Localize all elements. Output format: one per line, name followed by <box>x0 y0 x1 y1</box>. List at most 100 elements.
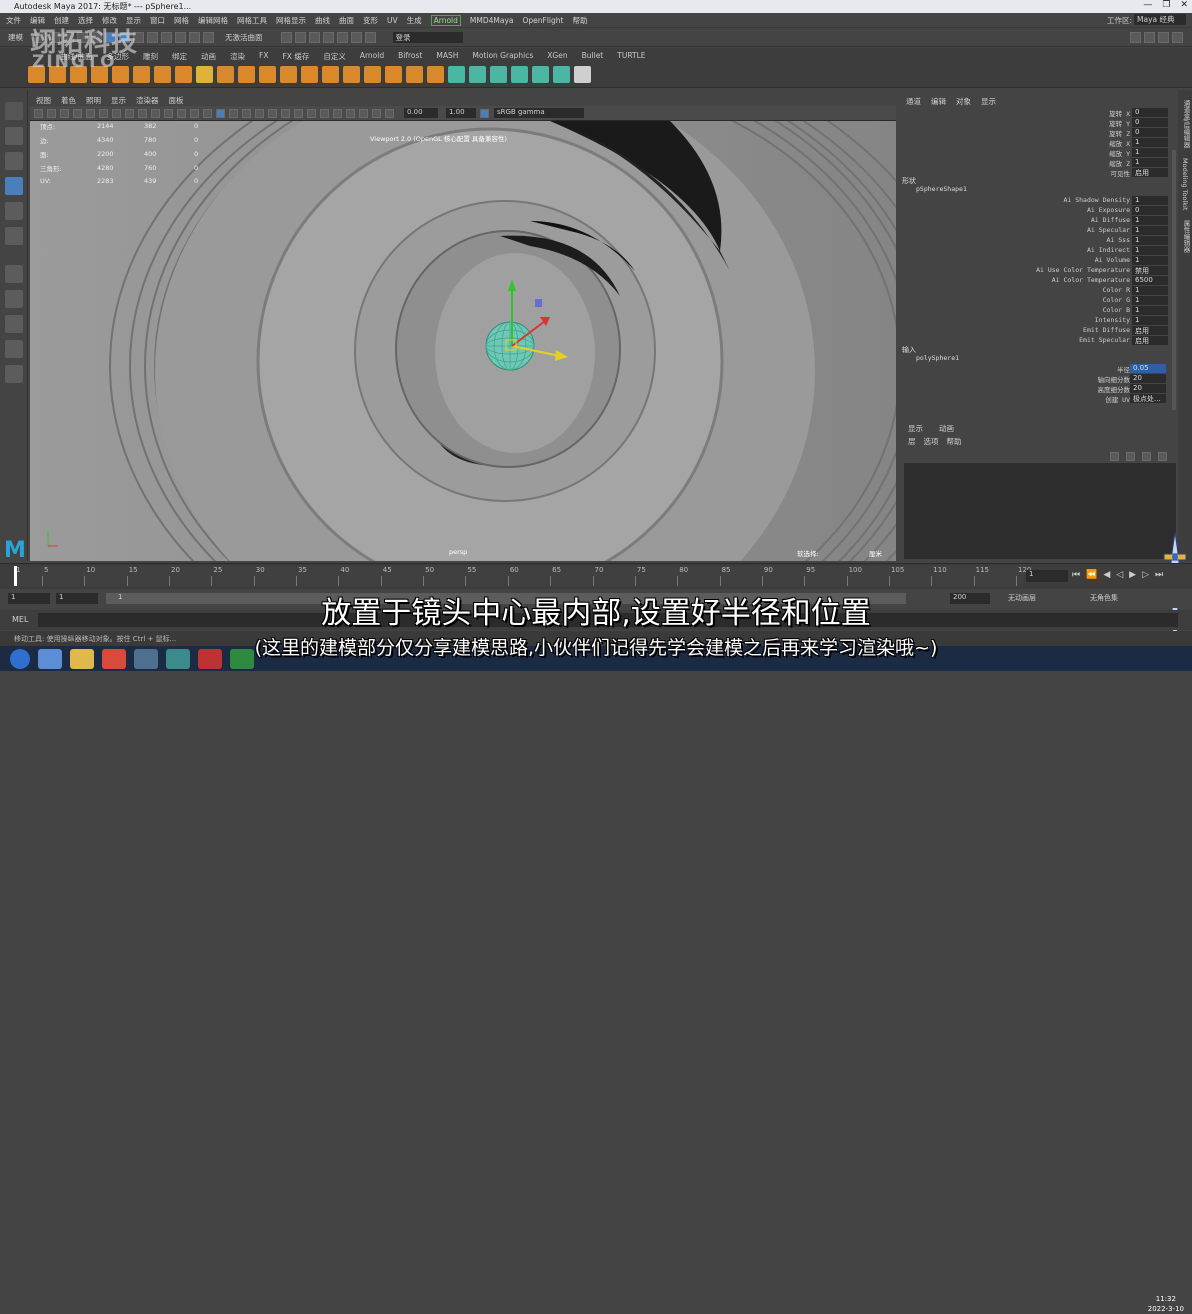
new-layer-selected-icon[interactable] <box>1158 452 1167 461</box>
shelf-tool-icon-6[interactable] <box>154 66 171 83</box>
shelf-tool-icon-8[interactable] <box>196 66 213 83</box>
panel-tool-icon-0[interactable] <box>34 108 43 118</box>
panel-menu-4[interactable]: 渲染器 <box>136 95 159 106</box>
channel-menu-2[interactable]: 对象 <box>956 96 971 107</box>
attr-value-field[interactable]: 1 <box>1132 256 1168 265</box>
panel-tool-icon-5[interactable] <box>99 108 108 118</box>
shelf-tab-2[interactable]: 雕刻 <box>143 51 158 62</box>
panel-tool-icon-1[interactable] <box>47 108 56 118</box>
attr-value-field[interactable]: 1 <box>1132 216 1168 225</box>
go-to-start-icon[interactable]: ⏮ <box>1072 570 1080 580</box>
maximize-button[interactable]: ❐ <box>1162 0 1170 10</box>
layer-tab-1[interactable]: 动画 <box>939 423 954 434</box>
panel-tool-icon-6[interactable] <box>112 108 121 118</box>
attr-value-field[interactable]: 1 <box>1132 236 1168 245</box>
workspace-select[interactable]: Maya 经典 <box>1134 14 1186 25</box>
panel-tool-icon-20[interactable] <box>294 108 303 118</box>
panel-tool-icon-24[interactable] <box>346 108 355 118</box>
attr-value-field[interactable]: 1 <box>1132 226 1168 235</box>
panel-tool-icon-11[interactable] <box>177 108 186 118</box>
shelf-tab-14[interactable]: Bullet <box>582 51 604 62</box>
attr-value-field[interactable]: 0 <box>1132 128 1168 137</box>
render-view-icon[interactable] <box>336 32 348 43</box>
move-tool-icon[interactable] <box>5 177 23 195</box>
panel-tool-icon-14[interactable] <box>216 108 225 118</box>
panel-tool-icon-4[interactable] <box>86 108 95 118</box>
snap-view-icon[interactable] <box>189 32 200 43</box>
panel-tool-icon-26[interactable] <box>372 108 381 118</box>
shelf-tool-icon-5[interactable] <box>133 66 150 83</box>
panel-tool-icon-9[interactable] <box>151 108 160 118</box>
view-transform-select[interactable]: sRGB gamma <box>494 108 584 118</box>
shelf-tab-9[interactable]: Arnold <box>360 51 384 62</box>
shelf-tool-icon-25[interactable] <box>553 66 570 83</box>
exposure-field[interactable]: 0.00 <box>404 108 438 118</box>
mode-menu[interactable]: 建模 <box>8 32 23 43</box>
attr-value-field[interactable]: 1 <box>1132 316 1168 325</box>
attr-value-field[interactable]: 1 <box>1132 196 1168 205</box>
four-view-icon[interactable] <box>5 315 23 333</box>
shelf-tool-icon-24[interactable] <box>532 66 549 83</box>
channel-box-icon[interactable] <box>1172 32 1183 43</box>
scale-tool-icon[interactable] <box>5 227 23 245</box>
panel-tool-icon-13[interactable] <box>203 108 212 118</box>
snap-grid-icon[interactable] <box>147 32 158 43</box>
live-surface-label[interactable]: 无激活曲面 <box>225 32 263 43</box>
attr-value-field[interactable]: 20 <box>1130 374 1166 383</box>
close-button[interactable]: ✕ <box>1180 0 1188 10</box>
shelf-tab-4[interactable]: 动画 <box>201 51 216 62</box>
attr-value-field[interactable]: 启用 <box>1132 326 1168 335</box>
step-back-key-icon[interactable]: ⏪ <box>1086 570 1097 580</box>
color-management-icon[interactable] <box>480 108 489 118</box>
panel-menu-2[interactable]: 照明 <box>86 95 101 106</box>
shelf-tab-13[interactable]: XGen <box>547 51 567 62</box>
move-layer-up-icon[interactable] <box>1110 452 1119 461</box>
attr-value-field[interactable]: 1 <box>1132 296 1168 305</box>
panel-tool-icon-2[interactable] <box>60 108 69 118</box>
outliner-icon[interactable] <box>5 365 23 383</box>
go-to-end-icon[interactable]: ⏭ <box>1155 570 1163 580</box>
layer-list[interactable] <box>904 463 1176 559</box>
shelf-tab-12[interactable]: Motion Graphics <box>472 51 533 62</box>
panel-tool-icon-10[interactable] <box>164 108 173 118</box>
menu-item-11[interactable]: 曲线 <box>315 16 330 25</box>
shelf-tool-icon-22[interactable] <box>490 66 507 83</box>
shelf-tool-icon-21[interactable] <box>469 66 486 83</box>
input-node-name[interactable]: polySphere1 <box>916 354 959 362</box>
shelf-tab-5[interactable]: 渲染 <box>230 51 245 62</box>
menu-item-7[interactable]: 网格 <box>174 16 189 25</box>
gamma-field[interactable]: 1.00 <box>446 108 476 118</box>
attr-value-field[interactable]: 1 <box>1132 286 1168 295</box>
shelf-tool-icon-12[interactable] <box>280 66 297 83</box>
shelf-tab-7[interactable]: FX 缓存 <box>282 51 309 62</box>
tool-settings-icon[interactable] <box>1158 32 1169 43</box>
panel-tool-icon-19[interactable] <box>281 108 290 118</box>
snap-point-icon[interactable] <box>175 32 186 43</box>
move-layer-down-icon[interactable] <box>1126 452 1135 461</box>
shelf-tool-icon-7[interactable] <box>175 66 192 83</box>
panel-tool-icon-7[interactable] <box>125 108 134 118</box>
menu-item-16[interactable]: Arnold <box>430 14 461 26</box>
side-tab-attribute[interactable]: 属性编辑器 <box>1181 220 1191 253</box>
shelf-tool-icon-14[interactable] <box>322 66 339 83</box>
timeline-ticks[interactable]: 1 5 10 15 20 25 30 35 40 45 50 55 60 65 70 75 80 85 90 95 10… <box>14 566 1031 586</box>
shelf-tool-icon-13[interactable] <box>301 66 318 83</box>
shelf-tool-icon-9[interactable] <box>217 66 234 83</box>
attribute-editor-icon[interactable] <box>1144 32 1155 43</box>
shelf-tab-6[interactable]: FX <box>259 51 268 62</box>
shelf-tab-15[interactable]: TURTLE <box>617 51 645 62</box>
new-layer-icon[interactable] <box>1142 452 1151 461</box>
arnold-ipr-icon[interactable] <box>364 32 376 43</box>
current-time-marker[interactable] <box>14 566 17 586</box>
panel-tool-icon-25[interactable] <box>359 108 368 118</box>
menu-item-8[interactable]: 编辑网格 <box>198 16 228 25</box>
panel-tool-icon-22[interactable] <box>320 108 329 118</box>
login-button[interactable]: 登录 <box>392 32 463 43</box>
current-frame-field[interactable]: 1 <box>1026 570 1068 582</box>
system-clock[interactable]: 11:32 2022-3-10 <box>1148 1294 1184 1314</box>
hypershade-icon[interactable] <box>322 32 334 43</box>
shelf-tab-8[interactable]: 自定义 <box>323 51 346 62</box>
modeling-toolkit-icon[interactable] <box>1130 32 1141 43</box>
panel-tool-icon-18[interactable] <box>268 108 277 118</box>
menu-item-13[interactable]: 变形 <box>363 16 378 25</box>
